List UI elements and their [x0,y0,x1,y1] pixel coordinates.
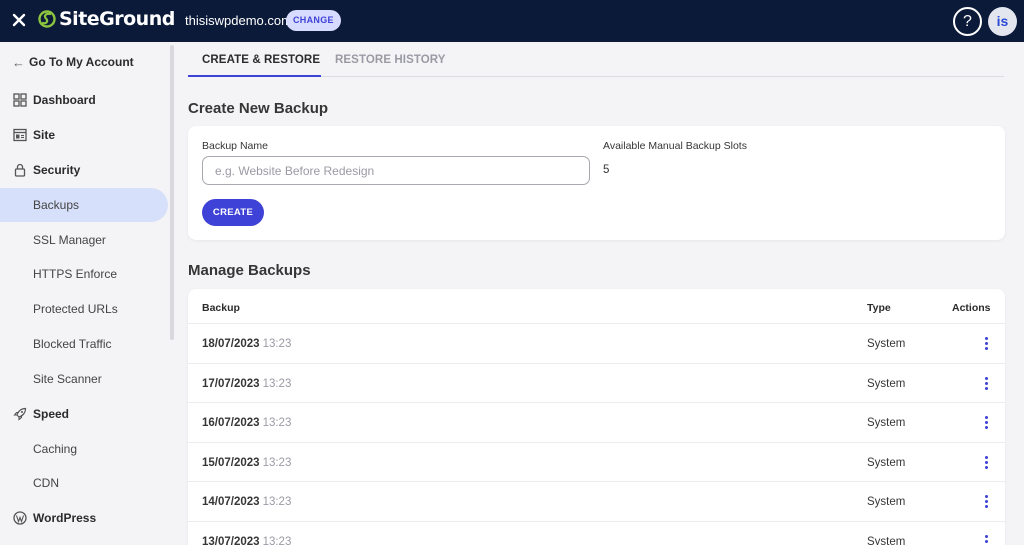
dashboard-icon [12,92,27,107]
backup-type: System [867,417,906,429]
nav-label: Site [33,128,56,142]
siteground-logo[interactable]: SiteGround [38,8,175,30]
backup-type: System [867,457,906,469]
close-icon[interactable] [10,11,28,29]
backup-date: 13/07/2023 13:23 [202,536,291,545]
table-row: 15/07/2023 13:23 System [188,442,1005,482]
nav-label: Dashboard [33,93,96,107]
sidebar-item-speed[interactable]: Speed [0,397,168,431]
backup-date: 15/07/2023 13:23 [202,457,292,469]
backup-time: 13:23 [262,536,292,545]
backup-date: 14/07/2023 13:23 [202,496,292,508]
more-actions-icon[interactable] [982,415,990,431]
backup-name-label: Backup Name [202,140,268,152]
create-button[interactable]: CREATE [202,199,264,226]
help-button[interactable]: ? [953,7,982,36]
sidebar-item-https-enforce[interactable]: HTTPS Enforce [0,257,168,291]
sidebar-item-wordpress[interactable]: WordPress [0,501,168,535]
nav-label: Security [33,163,81,177]
site-domain: thisiswpdemo.com [185,13,292,28]
main-content: CREATE & RESTORE RESTORE HISTORY Create … [174,42,1024,545]
create-backup-title: Create New Backup [188,100,329,117]
manage-backups-title: Manage Backups [188,262,311,279]
nav-label: Blocked Traffic [33,337,112,351]
active-tab-indicator [188,75,321,77]
rocket-icon [12,406,27,421]
backup-time: 13:23 [262,378,292,390]
sidebar-item-site[interactable]: Site [0,118,168,152]
back-to-account-link[interactable]: ← Go To My Account [0,45,168,79]
backup-type: System [867,536,906,545]
sidebar-item-ssl-manager[interactable]: SSL Manager [0,223,168,257]
sidebar-item-caching[interactable]: Caching [0,432,168,466]
nav-label: WordPress [33,511,97,525]
sidebar-item-site-scanner[interactable]: Site Scanner [0,362,168,396]
sidebar-item-protected-urls[interactable]: Protected URLs [0,292,168,326]
table-row: 14/07/2023 13:23 System [188,481,1005,521]
backup-date: 16/07/2023 13:23 [202,417,292,429]
slots-value: 5 [603,164,610,176]
table-row: 13/07/2023 13:23 System [188,521,1005,545]
change-site-button[interactable]: CHANGE [286,10,341,31]
sidebar-item-blocked-traffic[interactable]: Blocked Traffic [0,327,168,361]
nav-label: Speed [33,407,70,421]
backup-name-input[interactable] [202,156,590,185]
sidebar-item-dashboard[interactable]: Dashboard [0,83,168,117]
backups-table: Backup Type Actions 18/07/2023 13:23 Syst… [188,289,1005,545]
more-actions-icon[interactable] [982,336,990,352]
wordpress-icon [12,510,27,525]
nav-label: Protected URLs [33,302,118,316]
column-header-type: Type [867,302,891,314]
lock-icon [12,162,27,177]
backup-type: System [867,496,906,508]
siteground-logo-icon [38,10,56,28]
table-row: 18/07/2023 13:23 System [188,323,1005,363]
brand-name: SiteGround [59,8,175,30]
user-avatar[interactable]: is [988,7,1017,36]
backup-type: System [867,338,906,350]
sidebar-item-security[interactable]: Security [0,153,168,187]
sidebar: ← Go To My Account Dashboard Site Securi… [0,42,170,545]
more-actions-icon[interactable] [982,494,990,510]
sidebar-item-backups[interactable]: Backups [0,188,168,222]
top-bar: SiteGround thisiswpdemo.com CHANGE ? is [0,0,1024,42]
more-actions-icon[interactable] [982,455,990,471]
nav-label: Go To My Account [29,55,134,69]
backup-type: System [867,378,906,390]
tab-restore-history[interactable]: RESTORE HISTORY [335,54,446,66]
nav-label: Site Scanner [33,372,102,386]
nav-label: CDN [33,476,59,490]
tabs: CREATE & RESTORE RESTORE HISTORY [188,42,1004,77]
backup-date: 18/07/2023 13:23 [202,338,292,350]
nav-label: SSL Manager [33,233,106,247]
backup-time: 13:23 [262,496,292,508]
backup-time: 13:23 [262,457,292,469]
table-row: 17/07/2023 13:23 System [188,363,1005,403]
table-row: 16/07/2023 13:23 System [188,402,1005,442]
nav-label: Backups [33,198,80,212]
backup-time: 13:23 [262,417,292,429]
more-actions-icon[interactable] [982,534,990,545]
backup-date: 17/07/2023 13:23 [202,378,292,390]
nav-label: Caching [33,442,78,456]
column-header-actions: Actions [952,302,991,314]
create-backup-card: Backup Name Available Manual Backup Slot… [188,126,1005,240]
nav-label: HTTPS Enforce [33,267,118,281]
backup-time: 13:23 [262,338,292,350]
tab-create-restore[interactable]: CREATE & RESTORE [202,54,320,66]
more-actions-icon[interactable] [982,376,990,392]
arrow-left-icon: ← [12,54,25,70]
sidebar-item-cdn[interactable]: CDN [0,466,168,500]
slots-label: Available Manual Backup Slots [603,140,747,152]
column-header-backup: Backup [202,302,240,314]
site-icon [12,127,27,142]
